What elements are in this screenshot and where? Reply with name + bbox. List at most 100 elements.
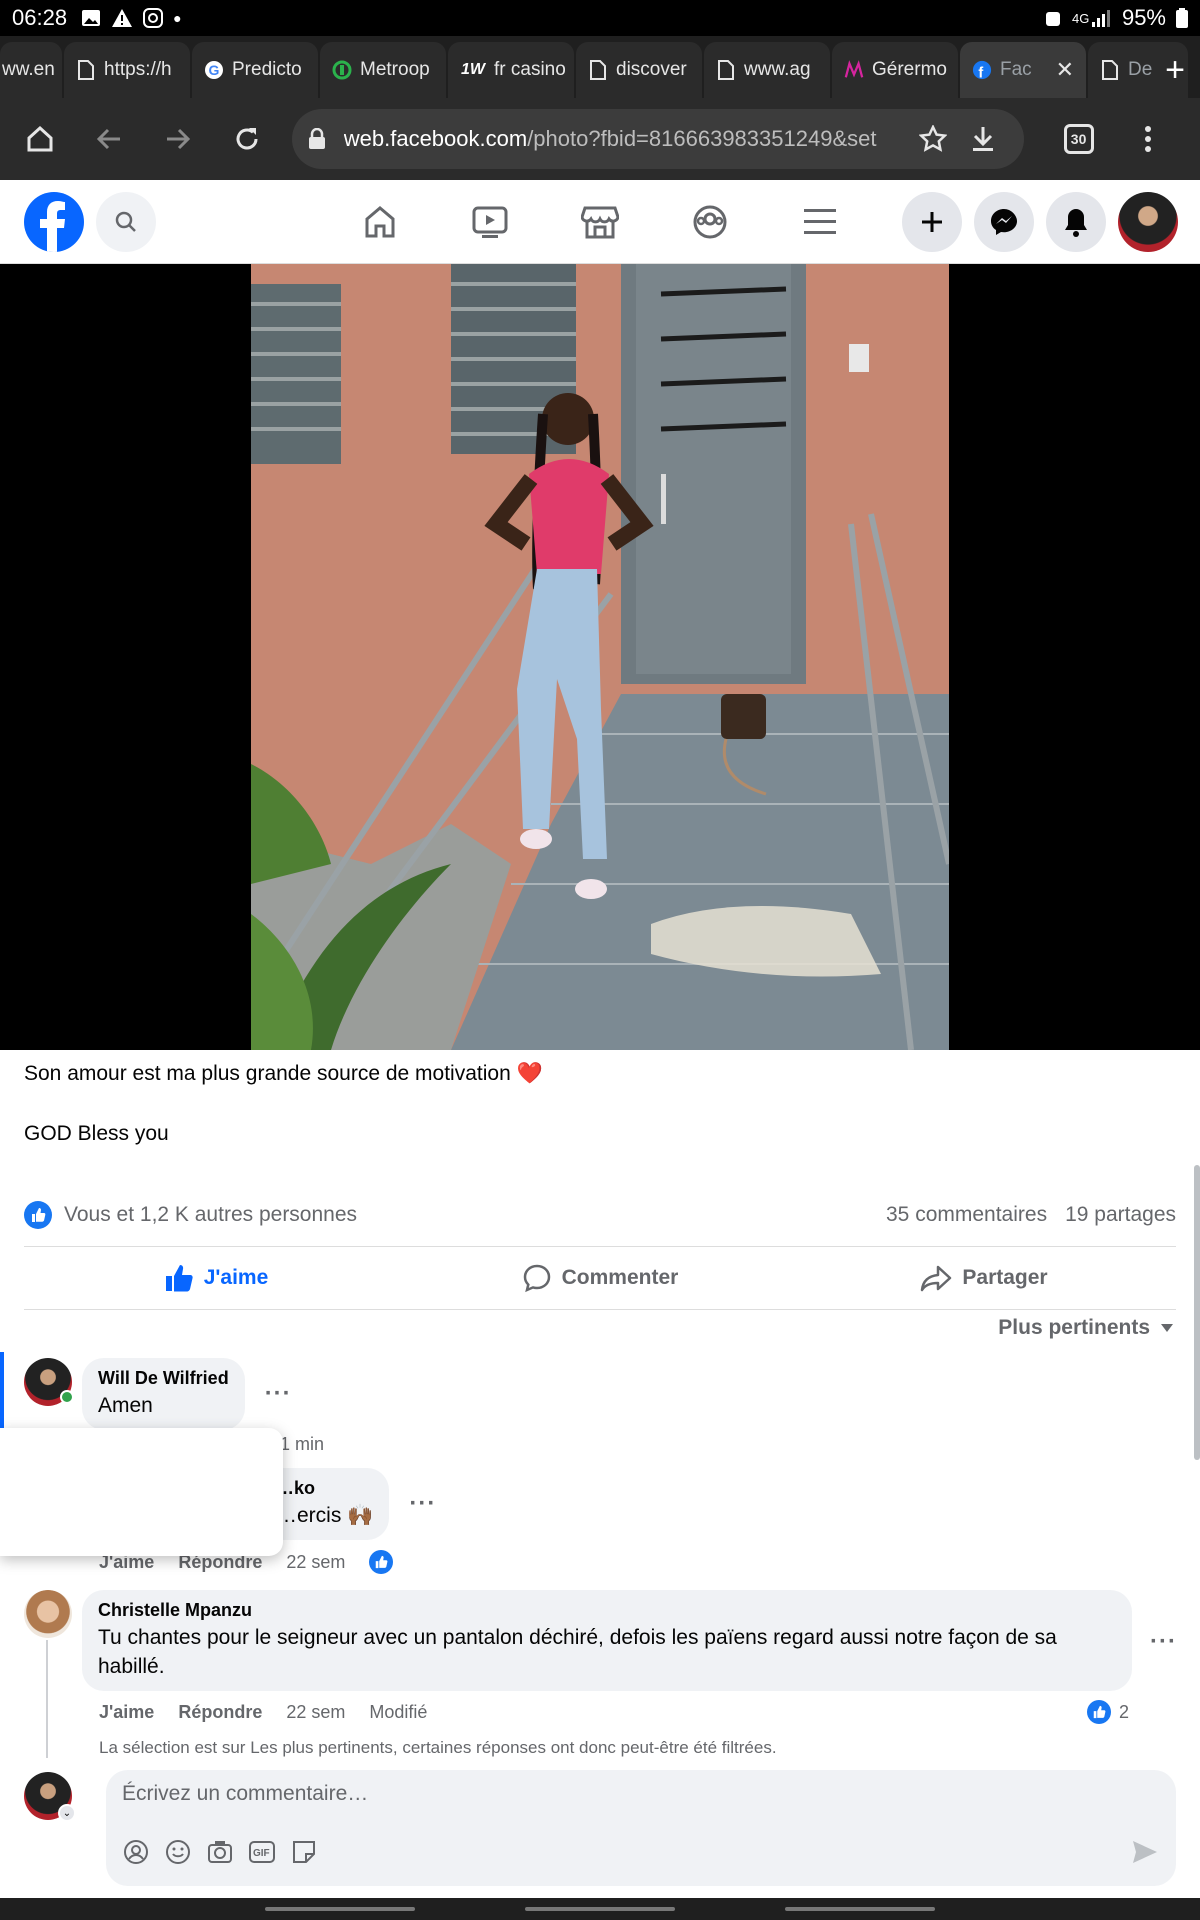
chevron-down-icon[interactable]: ⌄ <box>58 1804 76 1822</box>
comment-like-button[interactable]: J'aime <box>99 1702 154 1723</box>
search-button[interactable] <box>96 192 156 252</box>
comment-reactions[interactable]: 2 <box>1086 1700 1129 1724</box>
comment-sort-dropdown[interactable]: Plus pertinents <box>998 1316 1174 1340</box>
comment-edited-label: Modifié <box>369 1701 428 1722</box>
tab-label: Metroop <box>360 59 430 80</box>
nav-groups[interactable] <box>680 192 740 252</box>
notifications-button[interactable] <box>1046 192 1106 252</box>
tab-6[interactable]: www.ag <box>704 42 830 98</box>
nav-handle[interactable] <box>525 1907 675 1911</box>
instagram-icon <box>143 8 164 28</box>
home-button[interactable] <box>12 109 69 169</box>
comment-options-menu[interactable] <box>0 1428 283 1556</box>
comment-input[interactable]: Écrivez un commentaire… GIF <box>106 1770 1176 1886</box>
comment-time: 1 min <box>280 1434 325 1454</box>
shares-count[interactable]: 19 partages <box>1065 1203 1176 1227</box>
comment-meta: 1 min <box>280 1434 324 1455</box>
close-tab-icon[interactable]: ✕ <box>1056 57 1074 83</box>
comment-button[interactable]: Commenter <box>408 1247 792 1309</box>
share-icon <box>921 1265 952 1292</box>
tab-1[interactable]: https://h <box>64 42 190 98</box>
reactions-summary[interactable]: Vous et 1,2 K autres personnes <box>64 1203 357 1227</box>
tab-0[interactable]: ww.en <box>0 42 62 98</box>
like-reaction-icon <box>24 1201 52 1229</box>
post-photo[interactable] <box>251 264 949 1050</box>
address-bar[interactable]: web.facebook.com/photo?fbid=816663983351… <box>291 109 1025 169</box>
tab-7[interactable]: Gérermo <box>832 42 958 98</box>
commenter-avatar[interactable] <box>24 1358 74 1406</box>
status-bar: 06:28 ● 4G 95% <box>0 0 1200 36</box>
tab-5[interactable]: discover <box>576 42 702 98</box>
comment-bubble: Christelle Mpanzu Tu chantes pour le sei… <box>82 1590 1132 1691</box>
filter-note: La sélection est sur Les plus pertinents… <box>99 1738 777 1757</box>
profile-avatar[interactable] <box>1118 192 1178 252</box>
nav-home[interactable] <box>350 192 410 252</box>
back-button[interactable] <box>81 109 138 169</box>
reload-button[interactable] <box>219 109 276 169</box>
bell-icon <box>1065 209 1087 237</box>
tab-4[interactable]: 1W fr casino <box>448 42 574 98</box>
gallery-icon <box>82 10 101 26</box>
create-button[interactable] <box>902 192 962 252</box>
photo-illustration <box>251 264 949 1050</box>
tab-3[interactable]: Metroop <box>320 42 446 98</box>
google-icon: G <box>204 60 224 80</box>
messenger-icon <box>991 209 1017 235</box>
tab-8-active[interactable]: f Fac ✕ <box>960 42 1086 98</box>
comments-count[interactable]: 35 commentaires <box>886 1203 1047 1227</box>
comment-options-button[interactable]: ··· <box>1150 1628 1177 1656</box>
comment-text: Amen <box>98 1394 153 1417</box>
scrollbar-thumb[interactable] <box>1194 1165 1200 1460</box>
commenter-name[interactable]: Will De Wilfried <box>98 1368 229 1389</box>
nav-marketplace[interactable] <box>570 192 630 252</box>
dot-icon: ● <box>173 10 182 26</box>
comment-item: Christelle Mpanzu Tu chantes pour le sei… <box>24 1590 1177 1691</box>
post-stats: Vous et 1,2 K autres personnes 35 commen… <box>24 1200 1176 1230</box>
share-button[interactable]: Partager <box>792 1247 1176 1309</box>
facebook-icon: f <box>972 60 992 81</box>
my-avatar[interactable]: ⌄ <box>24 1772 76 1822</box>
emoji-icon[interactable] <box>164 1838 192 1866</box>
comment-options-button[interactable]: ··· <box>265 1380 292 1408</box>
nav-menu[interactable] <box>790 192 850 252</box>
commenter-name[interactable]: Christelle Mpanzu <box>98 1600 1116 1621</box>
nav-handle[interactable] <box>785 1907 935 1911</box>
tab-count: 30 <box>1063 124 1094 154</box>
sticker-icon[interactable] <box>290 1838 318 1866</box>
comment-reply-button[interactable]: Répondre <box>178 1702 262 1723</box>
comment-time: 22 sem <box>286 1551 346 1572</box>
store-icon <box>581 206 619 239</box>
tab-2[interactable]: G Predicto <box>192 42 318 98</box>
messenger-button[interactable] <box>974 192 1034 252</box>
camera-icon[interactable] <box>206 1838 234 1866</box>
comment-composer: ⌄ Écrivez un commentaire… GIF <box>24 1770 1176 1886</box>
like-reaction-icon <box>1086 1700 1111 1724</box>
1w-icon: 1W <box>461 61 485 78</box>
commenter-avatar[interactable] <box>24 1590 72 1638</box>
photo-viewer <box>0 264 1200 1050</box>
browser-tab-strip: ww.en https://h G Predicto Metroop 1W fr… <box>0 36 1200 98</box>
tab-switcher-button[interactable]: 30 <box>1050 109 1107 169</box>
bookmark-star-button[interactable] <box>908 125 958 153</box>
send-button[interactable] <box>1132 1840 1158 1869</box>
forward-button[interactable] <box>150 109 207 169</box>
facebook-logo[interactable] <box>24 192 84 252</box>
nav-watch[interactable] <box>460 192 520 252</box>
menu-button[interactable] <box>1119 109 1176 169</box>
reaction-count: 2 <box>1118 1701 1129 1722</box>
nav-handle[interactable] <box>265 1907 415 1911</box>
post-caption-secondary: GOD Bless you <box>24 1122 169 1145</box>
comment-options-button[interactable]: ··· <box>409 1490 436 1518</box>
hamburger-icon <box>804 209 836 234</box>
new-tab-button[interactable]: + <box>1150 42 1200 98</box>
like-button[interactable]: J'aime <box>24 1247 408 1309</box>
commenter-name[interactable]: …ko <box>276 1478 373 1499</box>
avatar-sticker-icon[interactable] <box>122 1838 150 1866</box>
download-button[interactable] <box>958 125 1008 153</box>
arrow-left-icon <box>97 128 121 150</box>
plus-icon <box>922 212 942 232</box>
comment-input-placeholder: Écrivez un commentaire… <box>122 1782 369 1805</box>
gif-icon[interactable]: GIF <box>248 1838 276 1866</box>
page-icon <box>588 60 608 80</box>
star-icon <box>919 125 948 152</box>
